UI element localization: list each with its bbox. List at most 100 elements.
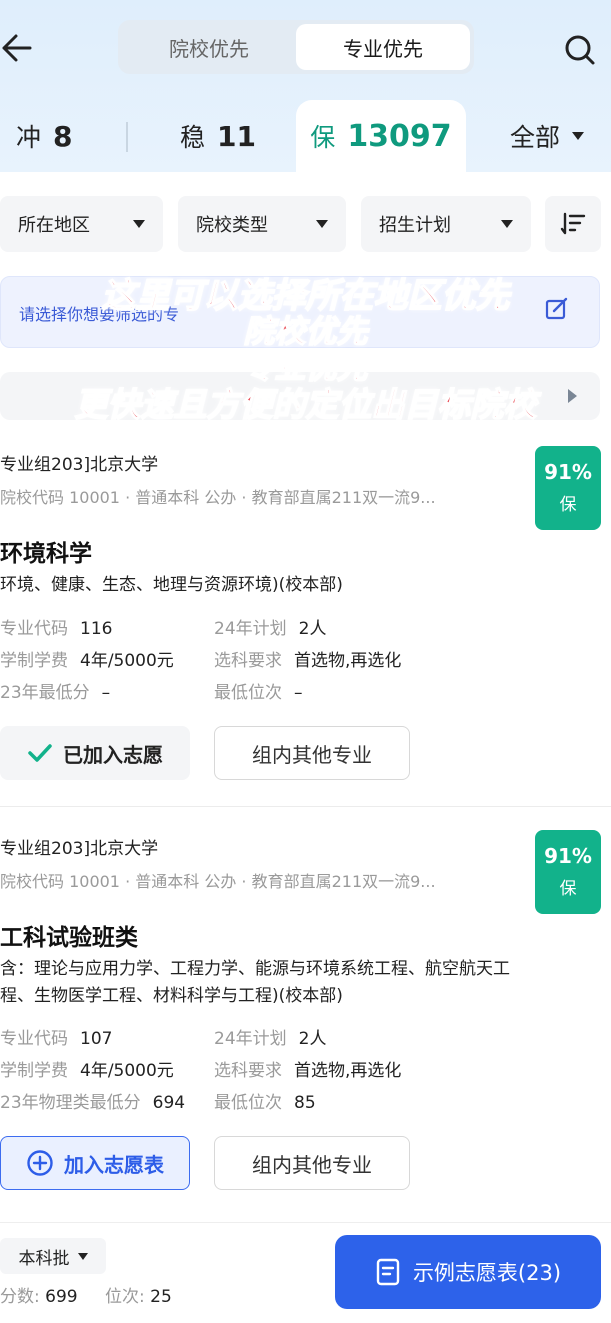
tab-count: 8	[53, 119, 73, 153]
kv-key: 专业代码	[0, 1029, 68, 1049]
check-icon	[28, 744, 52, 762]
filter-enrollment-plan[interactable]: 招生计划	[361, 196, 531, 252]
kv-key: 学制学费	[0, 651, 68, 671]
risk-tabs: 冲 8 稳 11 保 13097 全部	[0, 100, 611, 172]
kv-value: 694	[152, 1093, 186, 1113]
filter-school-type[interactable]: 院校类型	[178, 196, 346, 252]
tab-label: 冲	[16, 123, 42, 152]
tab-label: 全部	[510, 123, 561, 152]
kv-key: 学制学费	[0, 1061, 68, 1081]
filter-region[interactable]: 所在地区	[0, 196, 163, 252]
button-label: 加入志愿表	[64, 1152, 164, 1177]
probability-pct: 91%	[544, 460, 592, 484]
kv-value: 2人	[298, 619, 327, 639]
kv-min-rank: 最低位次 85	[214, 1088, 316, 1113]
major-card[interactable]: 专业组203]北京大学 院校代码 10001 · 普通本科 公办 · 教育部直属…	[0, 438, 611, 804]
kv-plan: 24年计划 2人	[214, 1024, 326, 1049]
caret-down-icon	[572, 132, 585, 140]
batch-label: 本科批	[18, 1248, 70, 1269]
sample-volunteer-list-button[interactable]: 示例志愿表(23)	[335, 1235, 601, 1309]
group-title: 专业组203]北京大学	[0, 839, 159, 859]
tab-safe[interactable]: 保 13097	[296, 100, 466, 172]
major-desc: 环境、健康、生态、地理与资源环境)(校本部)	[0, 575, 343, 595]
probability-pct: 91%	[544, 844, 592, 868]
score-label: 分数:	[0, 1287, 40, 1307]
priority-segmented-control: 院校优先 专业优先	[118, 20, 474, 74]
kv-key: 最低位次	[214, 683, 282, 703]
school-meta: 院校代码 10001 · 普通本科 公办 · 教育部直属211双一流9...	[0, 872, 436, 891]
kv-key: 23年物理类最低分	[0, 1093, 141, 1113]
kv-value: 116	[80, 619, 113, 639]
caret-down-icon	[501, 220, 513, 228]
kv-tuition: 学制学费 4年/5000元	[0, 1056, 174, 1081]
kv-major-code: 专业代码 107	[0, 1024, 112, 1049]
caret-down-icon	[316, 220, 328, 228]
school-meta: 院校代码 10001 · 普通本科 公办 · 教育部直属211双一流9...	[0, 488, 436, 507]
search-button[interactable]	[560, 30, 600, 70]
kv-value: 85	[294, 1093, 316, 1113]
tab-all[interactable]: 全部	[510, 100, 585, 172]
kv-min-rank: 最低位次 –	[214, 678, 303, 703]
rank-value: 25	[150, 1287, 172, 1307]
probability-badge: 91% 保	[535, 446, 601, 530]
segment-major-priority[interactable]: 专业优先	[296, 24, 470, 70]
major-name: 工科试验班类	[0, 925, 138, 951]
other-majors-button[interactable]: 组内其他专业	[214, 1136, 410, 1190]
filter-label: 院校类型	[196, 215, 268, 236]
major-name: 环境科学	[0, 541, 92, 567]
tab-label: 保	[310, 123, 336, 152]
card-separator	[0, 806, 611, 807]
tab-count: 11	[217, 119, 256, 153]
filter-label: 招生计划	[379, 215, 451, 236]
kv-value: 4年/5000元	[80, 1061, 174, 1081]
probability-badge: 91% 保	[535, 830, 601, 914]
tab-count: 13097	[347, 118, 452, 154]
kv-key: 24年计划	[214, 619, 287, 639]
kv-major-code: 专业代码 116	[0, 614, 112, 639]
added-to-list-button[interactable]: 已加入志愿	[0, 726, 190, 780]
kv-min-score: 23年物理类最低分 694	[0, 1088, 185, 1113]
kv-plan: 24年计划 2人	[214, 614, 326, 639]
kv-tuition: 学制学费 4年/5000元	[0, 646, 174, 671]
other-majors-button[interactable]: 组内其他专业	[214, 726, 410, 780]
kv-key: 24年计划	[214, 1029, 287, 1049]
score-rank-line: 分数: 699 位次: 25	[0, 1282, 194, 1307]
kv-key: 最低位次	[214, 1093, 282, 1113]
segment-school-priority[interactable]: 院校优先	[122, 24, 296, 70]
score-value: 699	[45, 1287, 78, 1307]
back-button[interactable]	[0, 28, 36, 68]
batch-selector[interactable]: 本科批	[0, 1238, 106, 1274]
sort-icon	[560, 212, 586, 235]
cta-label: 示例志愿表(23)	[412, 1261, 562, 1285]
overlay-line: 更快速且方便的定位出目标院校	[74, 384, 538, 425]
kv-value: 2人	[298, 1029, 327, 1049]
kv-subject-req: 选科要求 首选物,再选化	[214, 1056, 401, 1081]
kv-value: 4年/5000元	[80, 651, 174, 671]
kv-key: 选科要求	[214, 651, 282, 671]
tab-match[interactable]: 稳 11	[180, 100, 256, 172]
major-desc: 含：理论与应用力学、工程力学、能源与环境系统工程、航空航天工程、生物医学工程、材…	[0, 959, 510, 1006]
probability-level: 保	[559, 495, 577, 515]
plus-circle-icon	[27, 1150, 53, 1176]
kv-value: –	[294, 683, 303, 703]
kv-value: 107	[80, 1029, 113, 1049]
kv-value: 首选物,再选化	[294, 651, 402, 671]
kv-value: 首选物,再选化	[294, 1061, 402, 1081]
sort-button[interactable]	[545, 196, 601, 252]
add-to-list-button[interactable]: 加入志愿表	[0, 1136, 190, 1190]
group-title: 专业组203]北京大学	[0, 455, 159, 475]
tab-reach[interactable]: 冲 8	[16, 100, 73, 172]
filter-label: 所在地区	[18, 215, 90, 236]
document-icon	[376, 1258, 400, 1286]
tab-divider	[126, 122, 128, 152]
kv-value: –	[101, 683, 111, 703]
kv-key: 专业代码	[0, 619, 68, 639]
caret-down-icon	[77, 1252, 88, 1260]
tab-label: 稳	[180, 123, 206, 152]
caret-down-icon	[133, 220, 145, 228]
search-icon	[565, 35, 595, 65]
button-label: 已加入志愿	[63, 742, 163, 767]
arrow-left-icon	[2, 34, 32, 62]
kv-min-score: 23年最低分 –	[0, 678, 110, 703]
major-card[interactable]: 专业组203]北京大学 院校代码 10001 · 普通本科 公办 · 教育部直属…	[0, 822, 611, 1202]
